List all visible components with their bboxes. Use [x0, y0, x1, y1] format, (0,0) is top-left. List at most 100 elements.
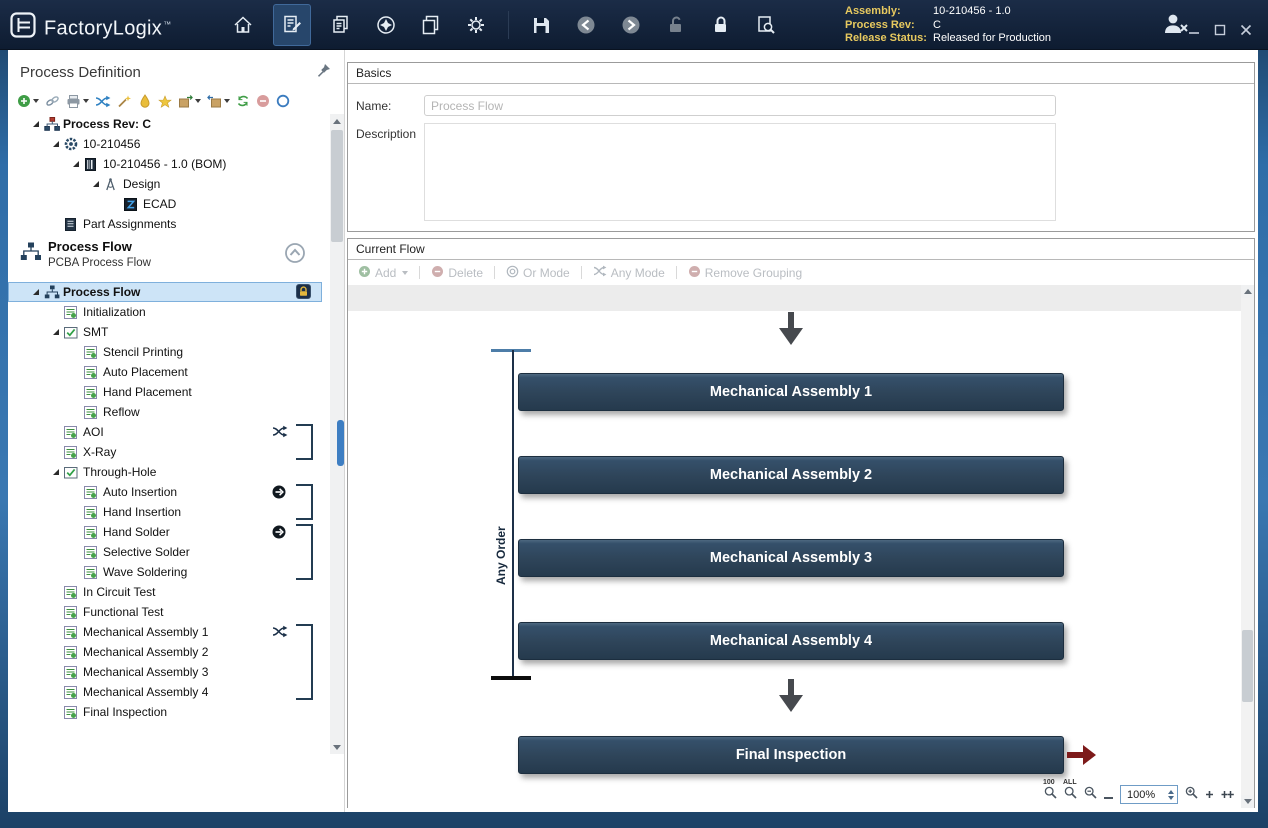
import-button[interactable]: [206, 92, 231, 110]
tree-item-auto-insertion[interactable]: Auto Insertion: [8, 482, 322, 502]
expander-icon[interactable]: [48, 141, 64, 147]
shuffle-button[interactable]: [94, 92, 112, 110]
tree-item-in-circuit-test[interactable]: In Circuit Test: [8, 582, 322, 602]
scrollbar-thumb[interactable]: [331, 130, 343, 242]
scroll-down-button[interactable]: [330, 740, 344, 754]
flow-designer-canvas[interactable]: Any Order Mechanical Assembly 1Mechanica…: [348, 285, 1254, 808]
tree-item-part-assignments[interactable]: Part Assignments: [8, 214, 322, 234]
tree-item-hand-insertion[interactable]: Hand Insertion: [8, 502, 322, 522]
tree-item-mechanical-assembly-4[interactable]: Mechanical Assembly 4: [8, 682, 322, 702]
spinner-buttons[interactable]: [1168, 790, 1174, 800]
minimize-button[interactable]: [1188, 24, 1200, 36]
save-button[interactable]: [526, 8, 556, 42]
tree-item-mechanical-assembly-2[interactable]: Mechanical Assembly 2: [8, 642, 322, 662]
zoom-all-label: ALL: [1063, 779, 1077, 786]
documents-button[interactable]: [416, 8, 446, 42]
canvas-header-strip: [348, 285, 1254, 311]
tree-item-selective-solder[interactable]: Selective Solder: [8, 542, 322, 562]
scroll-up-button[interactable]: [1241, 285, 1254, 298]
zoom-in-button[interactable]: [1185, 786, 1198, 804]
navigator-button[interactable]: [371, 8, 401, 42]
remove-button[interactable]: [255, 92, 271, 110]
tree-item-smt[interactable]: SMT: [8, 322, 322, 342]
tree-item-initialization[interactable]: Initialization: [8, 302, 322, 322]
zoom-100-button[interactable]: 100: [1044, 786, 1057, 804]
tree-item-auto-placement[interactable]: Auto Placement: [8, 362, 322, 382]
tree-item-10-210456-1-0-bom[interactable]: 10-210456 - 1.0 (BOM): [8, 154, 322, 174]
expander-icon[interactable]: [28, 289, 44, 295]
tree-item-mechanical-assembly-1[interactable]: Mechanical Assembly 1: [8, 622, 322, 642]
scrollbar-thumb[interactable]: [1242, 630, 1253, 702]
tree-item-stencil-printing[interactable]: Stencil Printing: [8, 342, 322, 362]
tree-item-mechanical-assembly-3[interactable]: Mechanical Assembly 3: [8, 662, 322, 682]
tree-item-label: Final Inspection: [83, 705, 167, 719]
flow-step-box-final[interactable]: Final Inspection: [518, 736, 1064, 774]
traveler-button[interactable]: [326, 8, 356, 42]
assembly-info-row: Release Status:Released for Production: [845, 32, 1051, 46]
home-button[interactable]: [228, 8, 258, 42]
expander-icon[interactable]: [68, 161, 84, 167]
find-document-button[interactable]: [751, 8, 781, 42]
tree-item-final-inspection[interactable]: Final Inspection: [8, 702, 322, 722]
tree-item-through-hole[interactable]: Through-Hole: [8, 462, 322, 482]
process-name-input[interactable]: [424, 95, 1056, 116]
zoom-plus-button[interactable]: [1205, 786, 1214, 804]
scan-wand-button[interactable]: [116, 92, 133, 110]
unlock-button[interactable]: [661, 8, 691, 42]
user-logout-button[interactable]: [1162, 12, 1190, 36]
arrow-down-icon: [333, 745, 341, 750]
process-definition-button[interactable]: [273, 4, 311, 46]
settings-button[interactable]: [461, 8, 491, 42]
toolbar-label: Add: [375, 266, 396, 280]
tree-item-wave-soldering[interactable]: Wave Soldering: [8, 562, 322, 582]
zoom-percent-spinner[interactable]: 100%: [1120, 785, 1178, 804]
tree-item-hand-solder[interactable]: Hand Solder: [8, 522, 322, 542]
tree-item-process-flow[interactable]: Process Flow: [8, 282, 322, 302]
expander-icon[interactable]: [48, 329, 64, 335]
zoom-decrease-button[interactable]: [1104, 797, 1113, 799]
tree-item-ecad[interactable]: ECAD: [8, 194, 322, 214]
flow-step-box[interactable]: Mechanical Assembly 4: [518, 622, 1064, 660]
add-button[interactable]: [16, 92, 40, 110]
export-button[interactable]: [177, 92, 202, 110]
flow-step-box[interactable]: Mechanical Assembly 1: [518, 373, 1064, 411]
zoom-plus-plus-button[interactable]: [1221, 786, 1234, 804]
tree-item-functional-test[interactable]: Functional Test: [8, 602, 322, 622]
sheet-icon: [64, 586, 80, 599]
scroll-down-button[interactable]: [1241, 795, 1254, 808]
or-mode-button[interactable]: [275, 92, 291, 110]
tree-item-process-rev-c[interactable]: Process Rev: C: [8, 114, 322, 134]
back-button[interactable]: [571, 8, 601, 42]
maximize-button[interactable]: [1214, 24, 1226, 36]
app-name-text: FactoryLogix: [44, 18, 162, 40]
pin-icon[interactable]: [316, 62, 332, 78]
panel-splitter-grip[interactable]: [337, 420, 344, 466]
forward-button[interactable]: [616, 8, 646, 42]
link-button[interactable]: [44, 92, 61, 110]
zoom-fit-all-button[interactable]: ALL: [1064, 786, 1077, 804]
tree-item-10-210456[interactable]: 10-210456: [8, 134, 322, 154]
expander-icon[interactable]: [48, 469, 64, 475]
lock-button[interactable]: [706, 8, 736, 42]
tree-item-design[interactable]: Design: [8, 174, 322, 194]
tree-item-label: Through-Hole: [83, 465, 156, 479]
ink-drop-button[interactable]: [137, 92, 153, 110]
tree-item-hand-placement[interactable]: Hand Placement: [8, 382, 322, 402]
promote-button[interactable]: [284, 242, 306, 264]
expander-icon[interactable]: [28, 121, 44, 127]
description-input[interactable]: [424, 123, 1056, 221]
close-button[interactable]: [1240, 24, 1252, 36]
group-bracket: [296, 424, 313, 460]
scroll-up-button[interactable]: [330, 114, 344, 128]
flow-step-box[interactable]: Mechanical Assembly 3: [518, 539, 1064, 577]
zoom-out-button[interactable]: [1084, 786, 1097, 804]
sync-button[interactable]: [235, 92, 251, 110]
tree-item-aoi[interactable]: AOI: [8, 422, 322, 442]
tree-item-x-ray[interactable]: X-Ray: [8, 442, 322, 462]
flow-step-box[interactable]: Mechanical Assembly 2: [518, 456, 1064, 494]
star-button[interactable]: [157, 92, 173, 110]
canvas-scrollbar[interactable]: [1241, 285, 1254, 808]
expander-icon[interactable]: [88, 181, 104, 187]
tree-item-reflow[interactable]: Reflow: [8, 402, 322, 422]
print-button[interactable]: [65, 92, 90, 110]
